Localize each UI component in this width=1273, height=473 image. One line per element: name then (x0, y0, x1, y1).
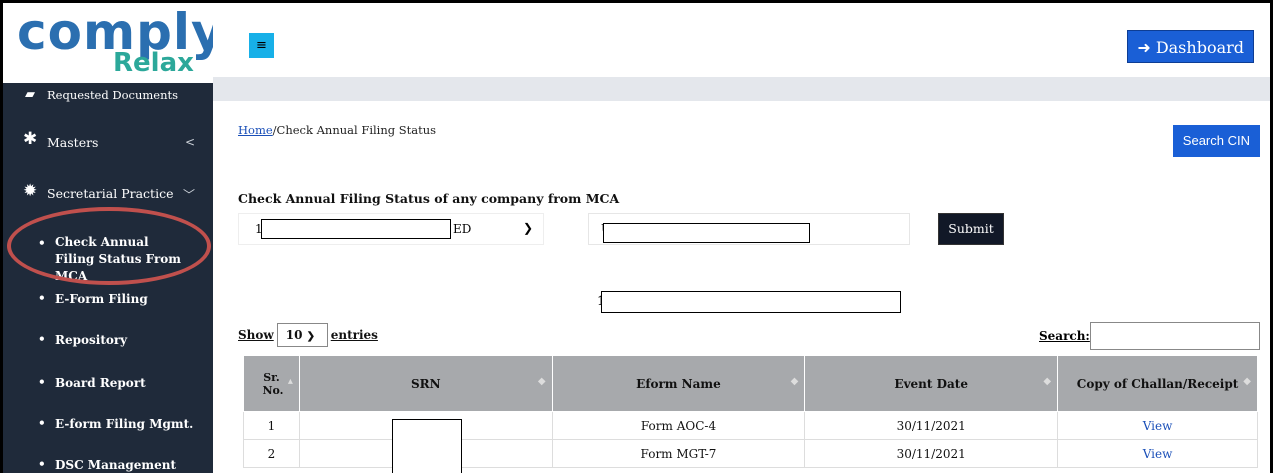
sidebar-item-requested-documents[interactable]: ▰ Requested Documents (3, 87, 213, 107)
bullet-icon: • (38, 291, 46, 305)
length-value: 10 (285, 328, 303, 342)
sidebar-subitem-label: Repository (55, 333, 128, 347)
redaction-box (261, 219, 451, 239)
sidebar-subitem-label: E-Form Filing (55, 292, 148, 306)
table-search-label: Search: (1039, 329, 1090, 343)
sidebar-subitem-e-form-filing[interactable]: • E-Form Filing (3, 291, 213, 309)
submit-button[interactable]: Submit (938, 213, 1004, 245)
cell-event-date: 30/11/2021 (804, 411, 1059, 440)
dashboard-label: Dashboard (1155, 38, 1244, 57)
sidebar-subitem-board-report[interactable]: • Board Report (3, 375, 213, 393)
dashboard-button[interactable]: ➜ Dashboard (1127, 30, 1254, 63)
bullet-icon: • (38, 457, 46, 471)
company-select[interactable]: 1 ED ❯ (238, 213, 544, 245)
cell-event-date: 30/11/2021 (804, 439, 1059, 468)
header-label: SRN (410, 376, 441, 391)
sidebar-subitem-label: Board Report (55, 376, 146, 390)
sidebar-item-secretarial-practice[interactable]: ✹ Secretarial Practice ﹀ (3, 181, 213, 207)
bullet-icon: • (38, 375, 46, 389)
sidebar-subitem-repository[interactable]: • Repository (3, 332, 213, 350)
sort-icon: ◆ (537, 376, 546, 387)
top-bar: ≡ ➜ Dashboard (213, 3, 1270, 77)
main-content: Home/Check Annual Filing Status Search C… (213, 101, 1270, 473)
sidebar-item-masters[interactable]: ✱ Masters < (3, 129, 213, 155)
header-label: Copy of Challan/Receipt (1076, 376, 1239, 391)
cell-sr-no: 1 (243, 411, 300, 440)
sort-icon: ◆ (1043, 376, 1052, 387)
sort-icon: ◆ (1243, 376, 1251, 387)
redaction-box (603, 223, 810, 243)
redaction-box (392, 419, 462, 473)
chevron-down-icon: ❯ (522, 221, 533, 235)
sort-icon: ◆ (790, 376, 799, 387)
cin-input[interactable]: U (588, 213, 910, 245)
cell-eform-name: Form AOC-4 (551, 411, 806, 440)
sidebar-subitem-e-form-filing-mgmt[interactable]: • E-form Filing Mgmt. (3, 416, 213, 434)
redaction-box (601, 291, 901, 313)
header-label: Eform Name (636, 376, 721, 391)
asterisk-icon: ✱ (23, 129, 38, 149)
breadcrumb: Home/Check Annual Filing Status (238, 123, 436, 137)
table-header-row: Sr. No. ▴ SRN ◆ Eform Name ◆ Event Date ◆ Co… (243, 355, 1258, 412)
breadcrumb-current: /Check Annual Filing Status (272, 123, 437, 137)
sidebar-item-label: Masters (47, 135, 99, 150)
gear-icon: ✹ (23, 181, 38, 201)
view-link[interactable]: View (1057, 411, 1258, 440)
entries-label: entries (330, 328, 378, 342)
length-control: Show 10 ❯ entries (238, 323, 378, 347)
search-cin-button[interactable]: Search CIN (1172, 125, 1260, 157)
chevron-left-icon: < (184, 135, 195, 149)
book-icon: ▰ (25, 87, 35, 102)
sign-out-icon: ➜ (1137, 38, 1151, 57)
bullet-icon: • (38, 416, 46, 430)
sidebar-item-label: Secretarial Practice (47, 186, 174, 201)
highlight-annotation (7, 207, 211, 285)
column-header-eform-name[interactable]: Eform Name ◆ (551, 355, 806, 412)
logo-subtext: Relax (113, 48, 194, 78)
logo[interactable]: comply Relax (3, 3, 224, 83)
cell-eform-name: Form MGT-7 (551, 439, 806, 468)
header-label: Sr. No. (262, 370, 284, 397)
select-value-suffix: ED (453, 222, 472, 236)
show-label: Show (238, 328, 274, 342)
sidebar-subitem-dsc-management[interactable]: • DSC Management (3, 457, 213, 473)
chevron-down-icon: ﹀ (182, 188, 195, 202)
column-header-srn[interactable]: SRN ◆ (298, 355, 553, 412)
breadcrumb-home-link[interactable]: Home (238, 123, 273, 137)
column-header-sr-no[interactable]: Sr. No. ▴ (243, 355, 300, 412)
column-header-event-date[interactable]: Event Date ◆ (804, 355, 1059, 412)
sidebar-subitem-label: DSC Management (55, 458, 176, 472)
sort-icon: ▴ (287, 376, 293, 387)
sidebar: comply Relax ▰ Requested Documents ✱ Mas… (3, 3, 224, 473)
chevron-down-icon: ❯ (306, 331, 316, 342)
page-title: Check Annual Filing Status of any compan… (238, 191, 620, 206)
header-label: Event Date (894, 376, 968, 391)
sidebar-subitem-label: E-form Filing Mgmt. (55, 417, 194, 431)
menu-toggle-button[interactable]: ≡ (249, 33, 274, 58)
cell-sr-no: 2 (243, 439, 300, 468)
table-search-input[interactable] (1090, 322, 1260, 350)
column-header-copy[interactable]: Copy of Challan/Receipt ◆ (1057, 355, 1258, 412)
header-divider (213, 77, 1270, 101)
bullet-icon: • (38, 332, 46, 346)
sidebar-item-label: Requested Documents (47, 88, 179, 102)
entries-length-select[interactable]: 10 ❯ (276, 323, 328, 347)
view-link[interactable]: View (1057, 439, 1258, 468)
